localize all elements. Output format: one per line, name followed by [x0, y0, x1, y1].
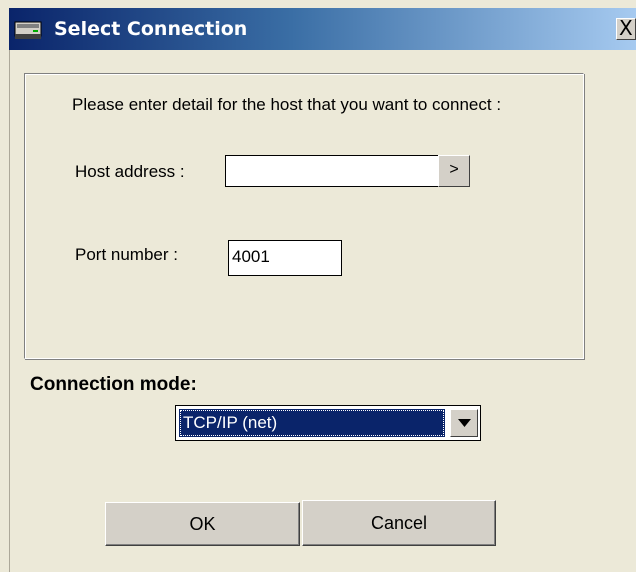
- connection-mode-value: TCP/IP (net): [179, 409, 445, 437]
- select-connection-dialog: Select Connection X Please enter detail …: [0, 0, 636, 572]
- connection-mode-label: Connection mode:: [30, 374, 197, 395]
- dropdown-arrow-button[interactable]: [450, 409, 478, 437]
- close-icon: X: [619, 16, 633, 40]
- connection-mode-select[interactable]: TCP/IP (net): [175, 405, 481, 441]
- instructions-text: Please enter detail for the host that yo…: [72, 95, 502, 114]
- window-title: Select Connection: [54, 18, 248, 40]
- cancel-button[interactable]: Cancel: [302, 500, 496, 546]
- host-address-input[interactable]: [225, 155, 439, 187]
- host-address-label: Host address :: [75, 162, 185, 181]
- computer-drive-icon: [13, 19, 43, 41]
- title-bar[interactable]: Select Connection X: [9, 8, 636, 50]
- chevron-down-icon: [458, 419, 471, 427]
- close-button[interactable]: X: [616, 16, 636, 40]
- window-border: [9, 50, 10, 572]
- browse-host-button[interactable]: >: [438, 155, 470, 187]
- port-number-label: Port number :: [75, 245, 178, 264]
- port-number-input[interactable]: 4001: [228, 240, 342, 276]
- ok-button[interactable]: OK: [105, 502, 300, 546]
